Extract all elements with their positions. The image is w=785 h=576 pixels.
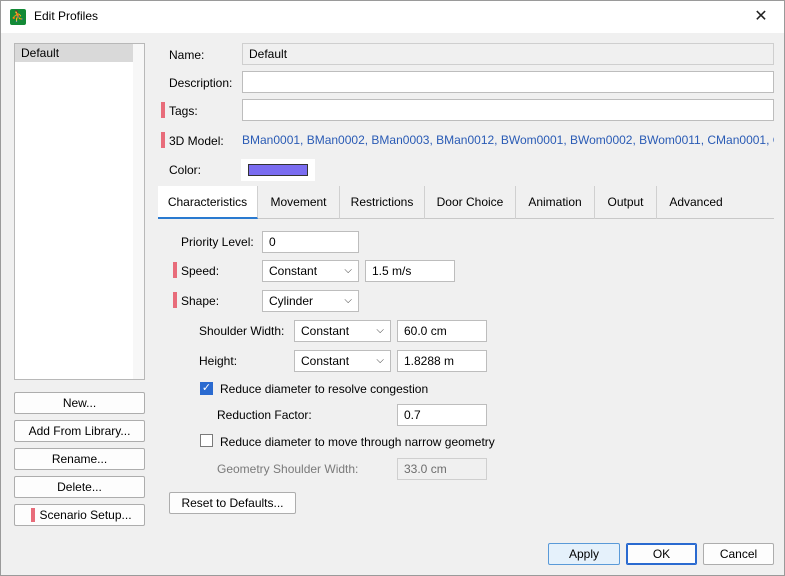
tags-label: Tags: bbox=[169, 104, 198, 118]
rename-button[interactable]: Rename... bbox=[14, 448, 145, 470]
shoulder-mode-value: Constant bbox=[301, 324, 350, 338]
reduction-factor-label: Reduction Factor: bbox=[217, 408, 312, 422]
color-picker[interactable] bbox=[241, 159, 315, 181]
tab-animation[interactable]: Animation bbox=[516, 186, 595, 219]
priority-field[interactable]: 0 bbox=[262, 231, 359, 253]
description-label: Description: bbox=[169, 76, 233, 90]
apply-button[interactable]: Apply bbox=[548, 543, 620, 565]
geometry-shoulder-label: Geometry Shoulder Width: bbox=[217, 462, 359, 476]
list-scrollbar[interactable] bbox=[133, 44, 144, 379]
scenario-setup-label: Scenario Setup... bbox=[39, 508, 132, 522]
reset-defaults-button[interactable]: Reset to Defaults... bbox=[169, 492, 296, 514]
speed-mode-select[interactable]: Constant ⌵ bbox=[262, 260, 359, 282]
height-mode-value: Constant bbox=[301, 354, 350, 368]
model-label: 3D Model: bbox=[169, 134, 224, 148]
tab-door-choice[interactable]: Door Choice bbox=[425, 186, 516, 219]
ok-button[interactable]: OK bbox=[626, 543, 697, 565]
reduction-factor-field[interactable]: 0.7 bbox=[397, 404, 487, 426]
speed-mode-value: Constant bbox=[269, 264, 318, 278]
window-title: Edit Profiles bbox=[34, 9, 99, 23]
running-person-icon: ⛹ bbox=[10, 9, 26, 25]
modified-marker bbox=[31, 508, 35, 522]
chevron-down-icon: ⌵ bbox=[344, 295, 352, 306]
tab-bar: Characteristics Movement Restrictions Do… bbox=[158, 186, 774, 219]
model-modified-marker bbox=[161, 132, 165, 148]
reduce-narrow-checkbox[interactable] bbox=[200, 434, 213, 447]
delete-button[interactable]: Delete... bbox=[14, 476, 145, 498]
reduce-congestion-label: Reduce diameter to resolve congestion bbox=[220, 382, 429, 396]
cancel-button[interactable]: Cancel bbox=[703, 543, 774, 565]
tab-restrictions[interactable]: Restrictions bbox=[340, 186, 425, 219]
shape-select[interactable]: Cylinder ⌵ bbox=[262, 290, 359, 312]
shoulder-width-label: Shoulder Width: bbox=[199, 324, 285, 338]
shape-label: Shape: bbox=[181, 294, 220, 308]
shape-modified-marker bbox=[173, 292, 177, 308]
close-button[interactable]: ✕ bbox=[738, 1, 784, 33]
reduce-congestion-checkbox[interactable]: ✓ bbox=[200, 382, 213, 395]
priority-label: Priority Level: bbox=[181, 235, 254, 249]
shape-value: Cylinder bbox=[269, 294, 314, 308]
shoulder-mode-select[interactable]: Constant ⌵ bbox=[294, 320, 391, 342]
profile-item-default[interactable]: Default bbox=[15, 44, 133, 62]
edit-profiles-dialog: ⛹ Edit Profiles ✕ Default New... Add Fro… bbox=[0, 0, 785, 576]
height-field[interactable]: 1.8288 m bbox=[397, 350, 487, 372]
chevron-down-icon: ⌵ bbox=[376, 355, 384, 366]
tab-movement[interactable]: Movement bbox=[258, 186, 340, 219]
title-bar: ⛹ Edit Profiles ✕ bbox=[1, 1, 784, 33]
geometry-shoulder-field: 33.0 cm bbox=[397, 458, 487, 480]
shoulder-width-field[interactable]: 60.0 cm bbox=[397, 320, 487, 342]
new-button[interactable]: New... bbox=[14, 392, 145, 414]
height-label: Height: bbox=[199, 354, 238, 368]
add-from-library-button[interactable]: Add From Library... bbox=[14, 420, 145, 442]
tab-advanced[interactable]: Advanced bbox=[657, 186, 735, 219]
tab-output[interactable]: Output bbox=[595, 186, 657, 219]
chevron-down-icon: ⌵ bbox=[376, 325, 384, 336]
tags-field[interactable] bbox=[242, 99, 774, 121]
speed-label: Speed: bbox=[181, 264, 220, 278]
speed-modified-marker bbox=[173, 262, 177, 278]
model-link[interactable]: BMan0001, BMan0002, BMan0003, BMan0012, … bbox=[242, 133, 774, 147]
scenario-setup-button[interactable]: Scenario Setup... bbox=[14, 504, 145, 526]
name-label: Name: bbox=[169, 48, 205, 62]
description-field[interactable] bbox=[242, 71, 774, 93]
speed-value-field[interactable]: 1.5 m/s bbox=[365, 260, 455, 282]
color-label: Color: bbox=[169, 163, 202, 177]
height-mode-select[interactable]: Constant ⌵ bbox=[294, 350, 391, 372]
reduce-narrow-label: Reduce diameter to move through narrow g… bbox=[220, 435, 495, 449]
color-swatch bbox=[248, 164, 308, 176]
profile-list[interactable]: Default bbox=[14, 43, 145, 380]
chevron-down-icon: ⌵ bbox=[344, 265, 352, 276]
tab-characteristics[interactable]: Characteristics bbox=[158, 186, 258, 219]
tags-modified-marker bbox=[161, 102, 165, 118]
name-field[interactable]: Default bbox=[242, 43, 774, 65]
